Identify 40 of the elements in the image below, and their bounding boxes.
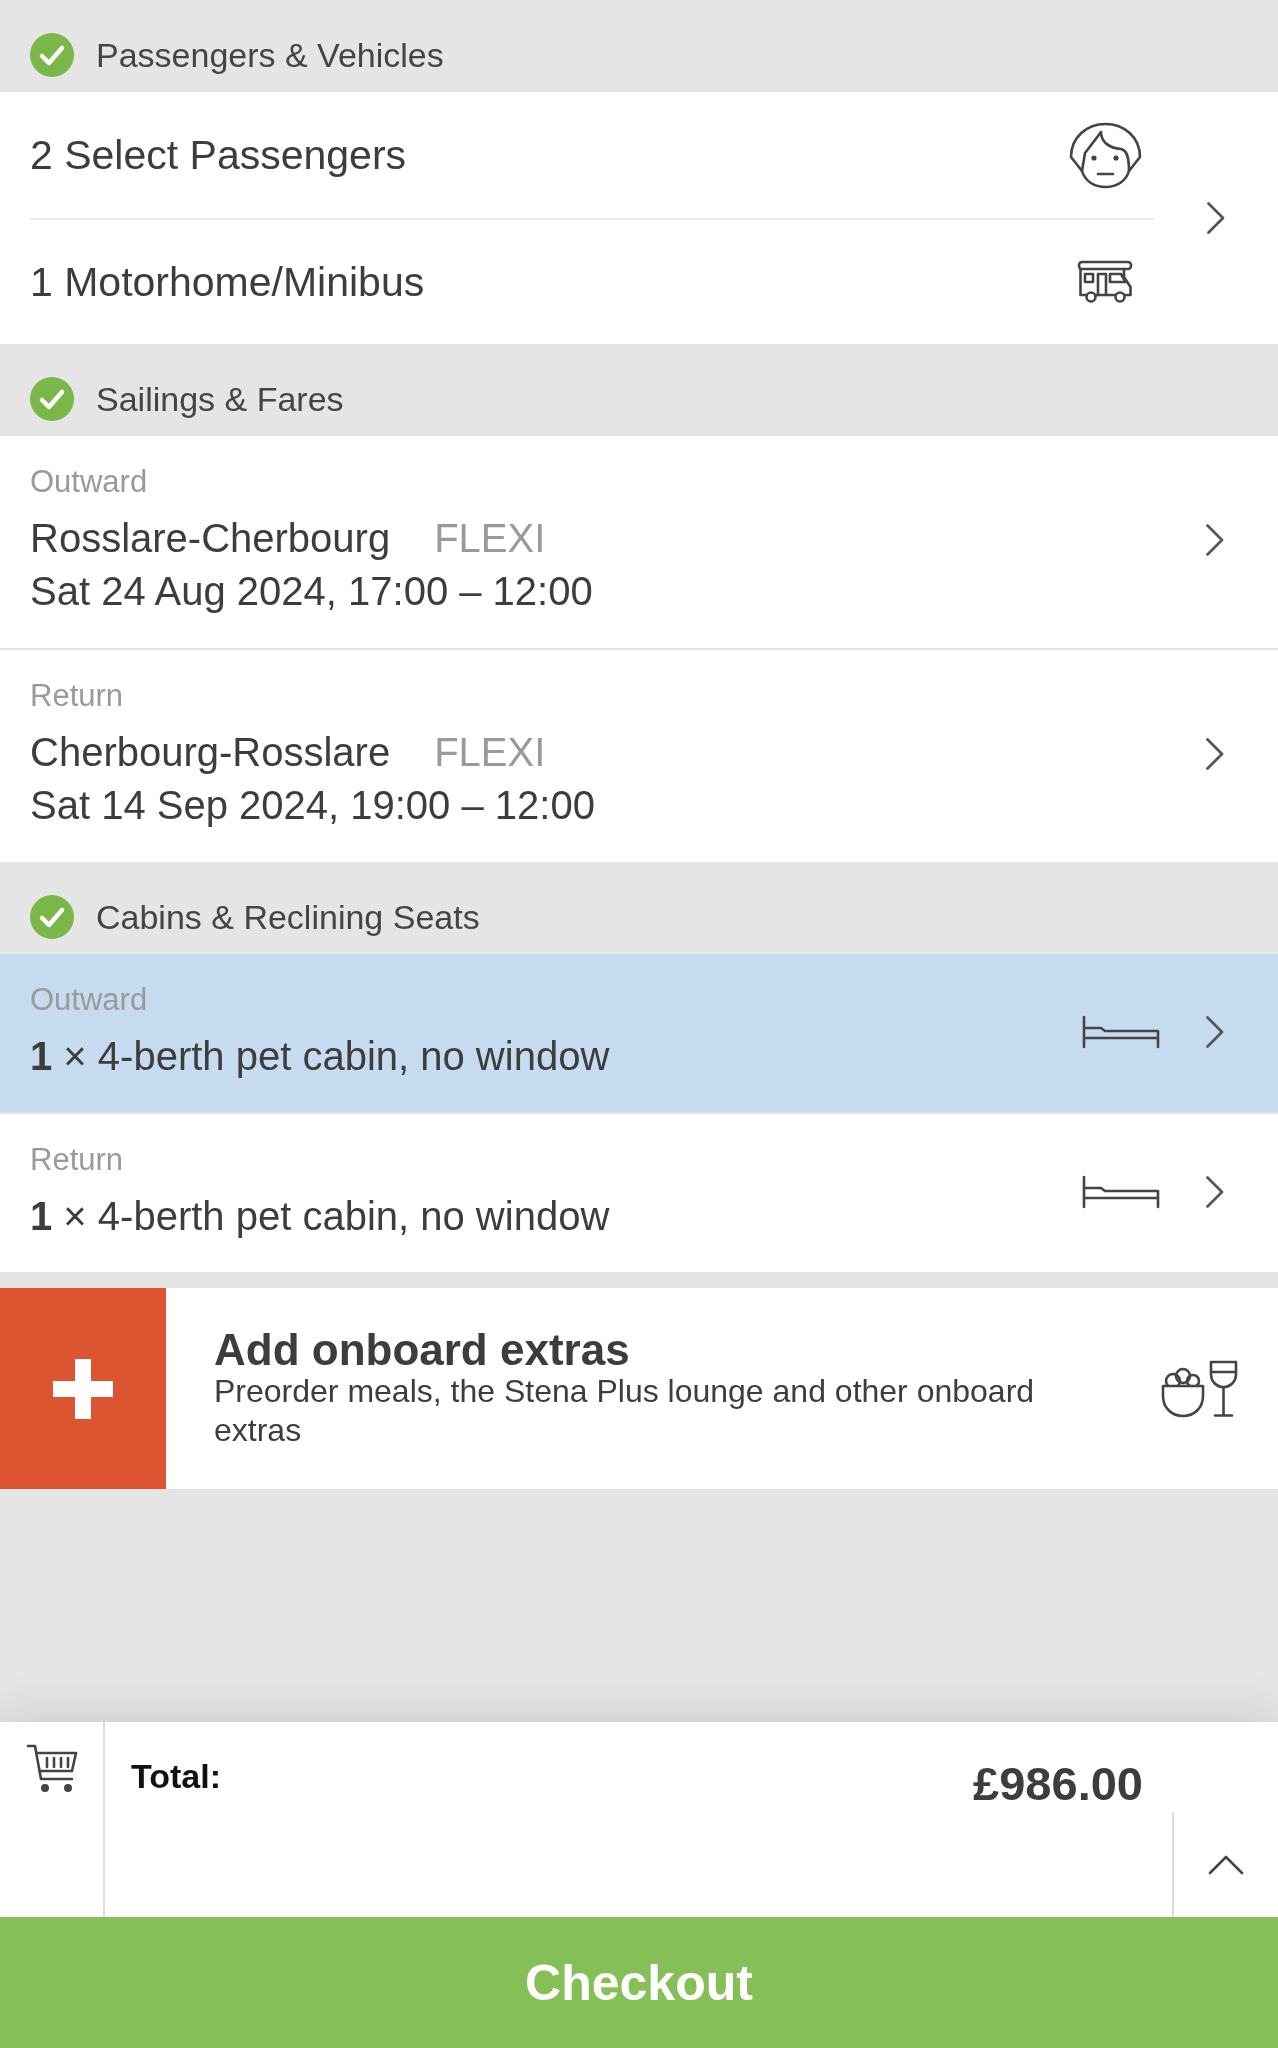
chevron-right-icon — [1206, 201, 1226, 235]
direction-label: Return — [30, 1141, 125, 1179]
route-name: Rosslare-Cherbourg — [30, 515, 391, 562]
passenger-count: 2 Select Passengers — [30, 131, 407, 180]
face-icon — [1068, 121, 1142, 189]
chevron-right-icon — [1205, 1014, 1225, 1049]
cabin-description: 1 × 4-berth pet cabin, no window — [30, 1033, 611, 1080]
chevron-right-icon — [1205, 523, 1225, 557]
chevron-right-icon — [1205, 737, 1225, 771]
section-title: Sailings & Fares — [96, 379, 344, 420]
section-title: Passengers & Vehicles — [96, 35, 444, 76]
passengers-card[interactable]: 2 Select Passengers 1 Motorhome/Minibus — [0, 92, 1278, 344]
cart-icon — [26, 1743, 78, 1795]
bed-icon — [1082, 1174, 1160, 1209]
total-amount: £986.00 — [973, 1757, 1143, 1811]
direction-label: Outward — [30, 463, 149, 501]
sailing-row[interactable]: Return Cherbourg-Rosslare FLEXI Sat 14 Sep 2024, 19:00 – 12:00 — [0, 648, 1278, 862]
cabin-row[interactable]: Outward 1 × 4-berth pet cabin, no window — [0, 954, 1278, 1112]
bed-icon — [1082, 1014, 1160, 1049]
cabin-description: 1 × 4-berth pet cabin, no window — [30, 1193, 611, 1240]
chevron-up-icon — [1208, 1854, 1244, 1875]
sailing-times: Sat 14 Sep 2024, 19:00 – 12:00 — [30, 782, 596, 829]
extras-title: Add onboard extras — [214, 1327, 631, 1372]
sailing-row[interactable]: Outward Rosslare-Cherbourg FLEXI Sat 24 Aug 2024, 17:00 – 12:00 — [0, 436, 1278, 648]
vehicle-count: 1 Motorhome/Minibus — [30, 258, 425, 307]
extras-description: Preorder meals, the Stena Plus lounge and other onboard extras — [214, 1371, 1036, 1450]
direction-label: Return — [30, 677, 125, 715]
chevron-right-icon — [1205, 1174, 1225, 1209]
fare-type: FLEXI — [434, 515, 546, 562]
plus-icon — [53, 1358, 113, 1419]
total-label: Total: — [131, 1756, 221, 1796]
direction-label: Outward — [30, 981, 149, 1019]
fare-type: FLEXI — [434, 729, 546, 776]
cabin-row[interactable]: Return 1 × 4-berth pet cabin, no window — [0, 1112, 1278, 1272]
sailing-times: Sat 24 Aug 2024, 17:00 – 12:00 — [30, 568, 594, 615]
motorhome-icon — [1076, 260, 1134, 304]
section-title: Cabins & Reclining Seats — [96, 897, 480, 938]
bowl-and-wine-glass-icon — [1161, 1359, 1239, 1418]
extras-card[interactable]: Add onboard extras Preorder meals, the Stena Plus lounge and other onboard extras — [0, 1288, 1278, 1489]
route-name: Cherbourg-Rosslare — [30, 729, 391, 776]
